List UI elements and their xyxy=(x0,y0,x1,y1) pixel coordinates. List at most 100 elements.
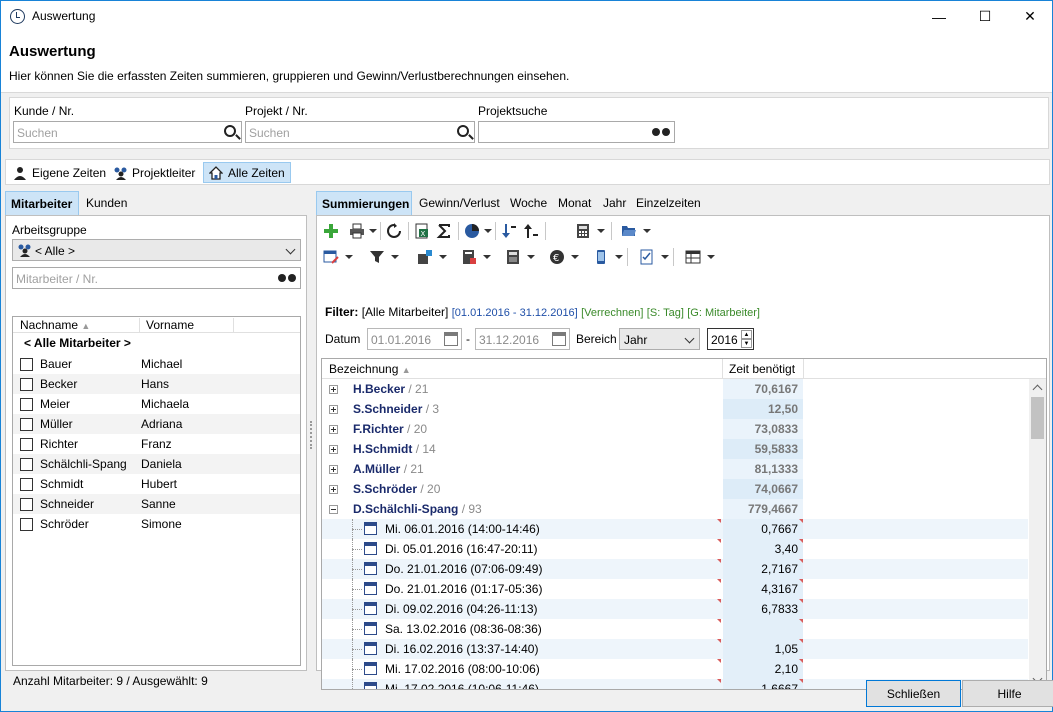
tab-projektleiter[interactable]: Projektleiter xyxy=(108,162,200,183)
search-icon[interactable] xyxy=(457,125,469,137)
excel-export-icon[interactable]: X xyxy=(414,223,430,239)
scroll-up-icon[interactable] xyxy=(1032,384,1043,395)
vertical-scrollbar[interactable] xyxy=(1029,379,1046,689)
table-row[interactable]: Schmidt Hubert xyxy=(13,474,300,494)
collapse-icon[interactable] xyxy=(329,505,338,514)
close-window-button[interactable]: ✕ xyxy=(1007,1,1053,32)
chevron-down-icon[interactable] xyxy=(484,229,492,233)
arbeitsgruppe-select[interactable]: < Alle > xyxy=(12,239,301,261)
expand-icon[interactable] xyxy=(329,485,338,494)
spin-down-icon[interactable]: ▼ xyxy=(741,339,752,348)
search-icon[interactable] xyxy=(224,125,236,137)
tab-alle-zeiten[interactable]: Alle Zeiten xyxy=(203,162,291,183)
chevron-down-icon[interactable] xyxy=(643,229,651,233)
group-row[interactable]: F.Richter / 20 73,0833 xyxy=(322,419,1028,439)
column-zeit[interactable]: Zeit benötigt xyxy=(722,359,804,379)
columns-icon[interactable] xyxy=(685,249,701,265)
tab-monat[interactable]: Monat xyxy=(553,191,596,215)
sort-descending-icon[interactable] xyxy=(501,223,517,239)
row-checkbox[interactable] xyxy=(20,458,33,471)
row-checkbox[interactable] xyxy=(20,498,33,511)
row-checkbox[interactable] xyxy=(20,358,33,371)
chevron-down-icon[interactable] xyxy=(391,255,399,259)
table-row[interactable]: Müller Adriana xyxy=(13,414,300,434)
tab-eigene-zeiten[interactable]: Eigene Zeiten xyxy=(8,162,111,183)
tab-mitarbeiter[interactable]: Mitarbeiter xyxy=(5,191,79,215)
chevron-down-icon[interactable] xyxy=(527,255,535,259)
chevron-down-icon[interactable] xyxy=(661,255,669,259)
scroll-thumb[interactable] xyxy=(1031,397,1044,439)
calendar-icon[interactable] xyxy=(444,332,458,346)
splitter-handle[interactable] xyxy=(310,421,312,449)
expand-icon[interactable] xyxy=(329,385,338,394)
calculator-icon[interactable] xyxy=(575,223,591,239)
entry-row[interactable]: Di. 16.02.2016 (13:37-14:40) 1,05 xyxy=(322,639,1028,659)
pie-chart-icon[interactable] xyxy=(464,223,480,239)
tab-kunden[interactable]: Kunden xyxy=(81,191,132,215)
add-icon[interactable] xyxy=(323,223,339,239)
date-to-input[interactable]: 31.12.2016 xyxy=(475,328,570,350)
maximize-button[interactable]: ☐ xyxy=(962,1,1008,32)
table-row[interactable]: Richter Franz xyxy=(13,434,300,454)
tab-woche[interactable]: Woche xyxy=(505,191,552,215)
tab-einzelzeiten[interactable]: Einzelzeiten xyxy=(631,191,706,215)
binoculars-icon[interactable] xyxy=(278,272,296,283)
group-row[interactable]: S.Schröder / 20 74,0667 xyxy=(322,479,1028,499)
group-row[interactable]: H.Becker / 21 70,6167 xyxy=(322,379,1028,399)
mitarbeiter-filter-input[interactable]: Mitarbeiter / Nr. xyxy=(12,267,301,289)
row-checkbox[interactable] xyxy=(20,518,33,531)
sort-ascending-icon[interactable] xyxy=(523,223,539,239)
row-checkbox[interactable] xyxy=(20,438,33,451)
print-icon[interactable] xyxy=(349,223,365,239)
chevron-down-icon[interactable] xyxy=(597,229,605,233)
calculator-icon[interactable] xyxy=(505,249,521,265)
schliessen-button[interactable]: Schließen xyxy=(866,680,961,707)
chevron-down-icon[interactable] xyxy=(439,255,447,259)
expand-icon[interactable] xyxy=(329,465,338,474)
mobile-icon[interactable] xyxy=(593,249,609,265)
group-row[interactable]: S.Schneider / 3 12,50 xyxy=(322,399,1028,419)
spin-up-icon[interactable]: ▲ xyxy=(741,330,752,339)
row-checkbox[interactable] xyxy=(20,378,33,391)
table-row[interactable]: Schröder Simone xyxy=(13,514,300,534)
year-spinner[interactable]: 2016 ▲ ▼ xyxy=(707,328,754,350)
column-nachname[interactable]: Nachname ▲ xyxy=(20,318,90,332)
tab-jahr[interactable]: Jahr xyxy=(598,191,631,215)
binoculars-icon[interactable] xyxy=(652,126,670,137)
hilfe-button[interactable]: Hilfe xyxy=(962,680,1053,707)
minimize-button[interactable]: — xyxy=(916,1,962,32)
expand-icon[interactable] xyxy=(329,445,338,454)
group-by-icon[interactable] xyxy=(417,249,433,265)
table-row-all[interactable]: < Alle Mitarbeiter > xyxy=(13,334,300,354)
column-bezeichnung[interactable]: Bezeichnung ▲ xyxy=(329,362,411,376)
group-row[interactable]: H.Schmidt / 14 59,5833 xyxy=(322,439,1028,459)
group-row[interactable]: A.Müller / 21 81,1333 xyxy=(322,459,1028,479)
chevron-down-icon[interactable] xyxy=(369,229,377,233)
table-row[interactable]: Schneider Sanne xyxy=(13,494,300,514)
tab-summierungen[interactable]: Summierungen xyxy=(316,191,412,215)
date-from-input[interactable]: 01.01.2016 xyxy=(367,328,462,350)
calendar-edit-icon[interactable] xyxy=(323,249,339,265)
calendar-icon[interactable] xyxy=(552,332,566,346)
bereich-select[interactable]: Jahr xyxy=(619,328,700,350)
table-row[interactable]: Schälchli-Spang Daniela xyxy=(13,454,300,474)
entry-row[interactable]: Mi. 17.02.2016 (08:00-10:06) 2,10 xyxy=(322,659,1028,679)
chevron-down-icon[interactable] xyxy=(707,255,715,259)
folder-open-icon[interactable] xyxy=(621,223,637,239)
chevron-down-icon[interactable] xyxy=(345,255,353,259)
currency-icon[interactable]: € xyxy=(549,249,565,265)
sum-icon[interactable] xyxy=(436,223,452,239)
row-checkbox[interactable] xyxy=(20,478,33,491)
checklist-icon[interactable] xyxy=(639,249,655,265)
row-checkbox[interactable] xyxy=(20,418,33,431)
group-row[interactable]: D.Schälchli-Spang / 93 779,4667 xyxy=(322,499,1028,519)
entry-row[interactable]: Mi. 06.01.2016 (14:00-14:46) 0,7667 xyxy=(322,519,1028,539)
kunde-search-input[interactable]: Suchen xyxy=(13,121,242,143)
tab-gewinn-verlust[interactable]: Gewinn/Verlust xyxy=(414,191,505,215)
entry-row[interactable]: Do. 21.01.2016 (01:17-05:36) 4,3167 xyxy=(322,579,1028,599)
entry-row[interactable]: Sa. 13.02.2016 (08:36-08:36) xyxy=(322,619,1028,639)
expand-icon[interactable] xyxy=(329,425,338,434)
chevron-down-icon[interactable] xyxy=(483,255,491,259)
entry-row[interactable]: Di. 05.01.2016 (16:47-20:11) 3,40 xyxy=(322,539,1028,559)
table-row[interactable]: Bauer Michael xyxy=(13,354,300,374)
